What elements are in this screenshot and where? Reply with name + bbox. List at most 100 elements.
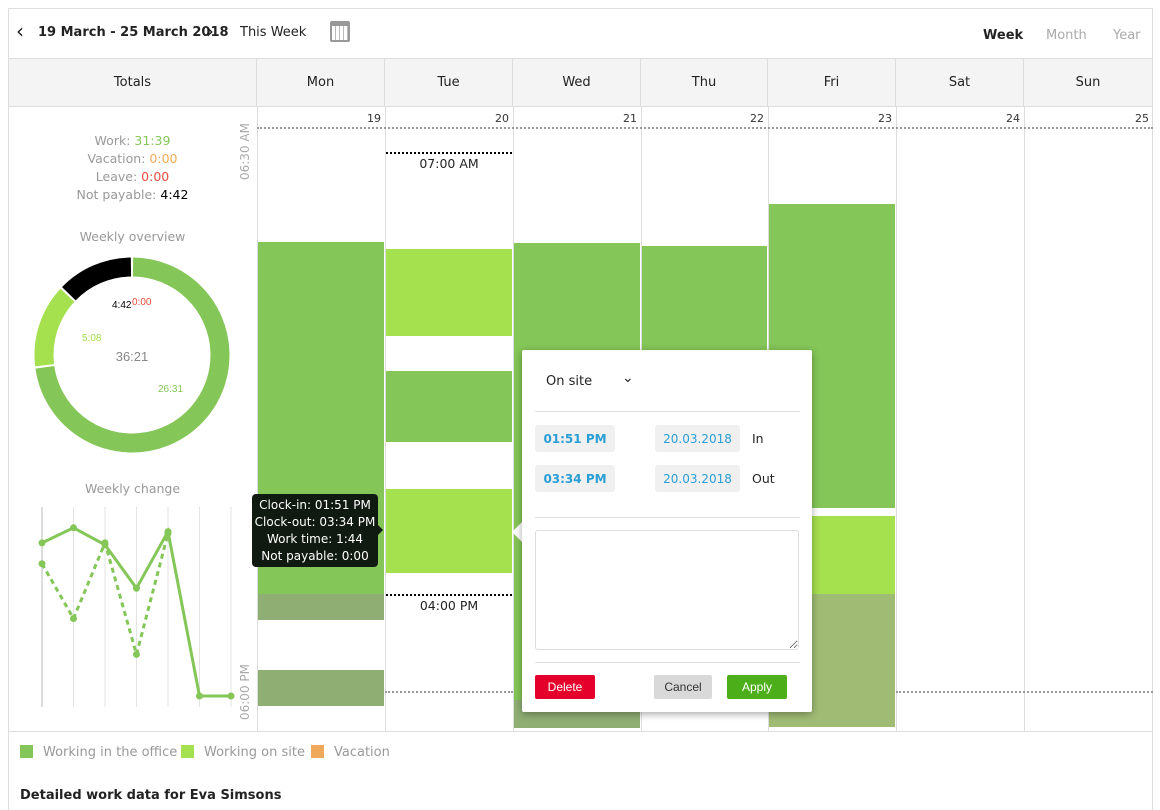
- legend-label: Vacation: [334, 745, 390, 760]
- note-textarea[interactable]: [535, 530, 799, 650]
- day-divider: [896, 107, 897, 731]
- prev-week-button[interactable]: ‹: [16, 20, 24, 42]
- block-tooltip: Clock-in: 01:51 PM Clock-out: 03:34 PM W…: [252, 494, 378, 567]
- not-payable-value: 4:42: [160, 187, 189, 202]
- weekly-overview-chart: 26:31 5:08 4:42 0:00 36:21: [34, 257, 230, 453]
- legend-label: Working on site: [204, 745, 305, 760]
- slice-label: 0:00: [132, 297, 152, 308]
- onsite-block-selected[interactable]: [386, 489, 512, 573]
- totals-header: Totals: [8, 58, 257, 107]
- this-week-button[interactable]: This Week: [240, 25, 306, 40]
- slice-label: 26:31: [158, 384, 183, 395]
- apply-button[interactable]: Apply: [727, 675, 787, 699]
- delete-button[interactable]: Delete: [535, 675, 595, 699]
- data-point: [38, 539, 46, 547]
- day-start-line: [257, 127, 1153, 129]
- tue-end-marker: [386, 594, 512, 596]
- day-date: 25: [1135, 112, 1149, 125]
- data-point: [227, 692, 235, 700]
- tue-start-label: 07:00 AM: [419, 156, 479, 171]
- office-block[interactable]: [386, 371, 512, 442]
- calendar-icon[interactable]: [330, 21, 350, 42]
- weekly-change-chart: [38, 507, 235, 707]
- data-point: [70, 524, 77, 532]
- day-end-line: [385, 691, 513, 693]
- vacation-value: 0:00: [149, 151, 178, 166]
- onsite-swatch: [181, 745, 194, 758]
- day-end-line: [896, 691, 1153, 693]
- leave-label: Leave:: [95, 169, 138, 184]
- view-year[interactable]: Year: [1113, 28, 1141, 43]
- day-header-sat: Sat: [896, 58, 1024, 107]
- detail-title: Detailed work data for Eva Simsons: [20, 788, 282, 803]
- slice-label: 4:42: [112, 300, 132, 311]
- view-month[interactable]: Month: [1046, 28, 1087, 43]
- legend-vacation: Vacation: [311, 745, 390, 760]
- out-label: Out: [752, 471, 775, 486]
- office-swatch: [20, 745, 33, 758]
- vacation-label: Vacation:: [87, 151, 146, 166]
- day-header-fri: Fri: [768, 58, 896, 107]
- slice-label: 5:08: [82, 333, 102, 344]
- in-label: In: [752, 431, 764, 446]
- tue-start-marker: [386, 152, 512, 154]
- out-time-field[interactable]: 03:34 PM: [535, 465, 615, 492]
- day-header-wed: Wed: [513, 58, 641, 107]
- tooltip-line: Not payable: 0:00: [261, 549, 369, 563]
- next-week-button[interactable]: ›: [206, 20, 214, 42]
- chevron-down-icon: ⌄: [622, 370, 634, 386]
- donut-slice: [62, 257, 132, 301]
- data-point: [133, 650, 140, 658]
- legend-divider: [8, 731, 1153, 732]
- totals-summary: Work: 31:39 Vacation: 0:00 Leave: 0:00 N…: [8, 132, 257, 204]
- legend-office: Working in the office: [20, 745, 177, 760]
- not-payable-label: Not payable:: [76, 187, 157, 202]
- data-point: [133, 584, 140, 592]
- day-divider: [1152, 107, 1153, 731]
- legend-onsite: Working on site: [181, 745, 305, 760]
- legend-label: Working in the office: [43, 745, 178, 760]
- day-header-sun: Sun: [1024, 58, 1153, 107]
- work-value: 31:39: [134, 133, 171, 148]
- day-header-tue: Tue: [385, 58, 513, 107]
- donut-center-label: 36:21: [116, 349, 149, 364]
- data-point: [70, 615, 77, 623]
- cancel-button[interactable]: Cancel: [654, 675, 712, 699]
- tooltip-line: Work time: 1:44: [266, 532, 364, 546]
- type-value: On site: [546, 374, 593, 389]
- day-date: 19: [367, 112, 381, 125]
- day-date: 22: [750, 112, 764, 125]
- day-date: 20: [495, 112, 509, 125]
- onsite-block[interactable]: [386, 249, 512, 336]
- date-range: 19 March - 25 March 2018: [38, 25, 229, 40]
- out-date-field[interactable]: 20.03.2018: [655, 465, 740, 492]
- not-payable-block[interactable]: [258, 594, 384, 620]
- not-payable-block[interactable]: [258, 670, 384, 706]
- divider: [535, 662, 800, 663]
- divider: [535, 411, 800, 412]
- data-point: [101, 539, 109, 547]
- edit-entry-popup: On site ⌄ 01:51 PM 20.03.2018 In 03:34 PM…: [522, 350, 812, 712]
- data-point: [164, 529, 172, 537]
- day-date: 21: [623, 112, 637, 125]
- day-divider: [1024, 107, 1025, 731]
- in-date-field[interactable]: 20.03.2018: [655, 425, 740, 452]
- leave-value: 0:00: [141, 169, 170, 184]
- work-label: Work:: [94, 133, 131, 148]
- data-point: [196, 692, 203, 700]
- data-point: [38, 560, 46, 568]
- view-week[interactable]: Week: [983, 28, 1023, 43]
- tue-end-label: 04:00 PM: [419, 598, 479, 613]
- tooltip-line: Clock-out: 03:34 PM: [254, 515, 376, 529]
- divider: [535, 517, 800, 518]
- type-select[interactable]: On site ⌄: [546, 370, 636, 389]
- tooltip-line: Clock-in: 01:51 PM: [259, 498, 371, 512]
- day-header-thu: Thu: [641, 58, 768, 107]
- popup-arrow: [512, 522, 522, 542]
- day-date: 24: [1006, 112, 1020, 125]
- weekly-overview-title: Weekly overview: [79, 229, 186, 244]
- in-time-field[interactable]: 01:51 PM: [535, 425, 615, 452]
- day-header-mon: Mon: [257, 58, 385, 107]
- tooltip-arrow: [378, 525, 388, 535]
- donut-slice: [34, 288, 75, 367]
